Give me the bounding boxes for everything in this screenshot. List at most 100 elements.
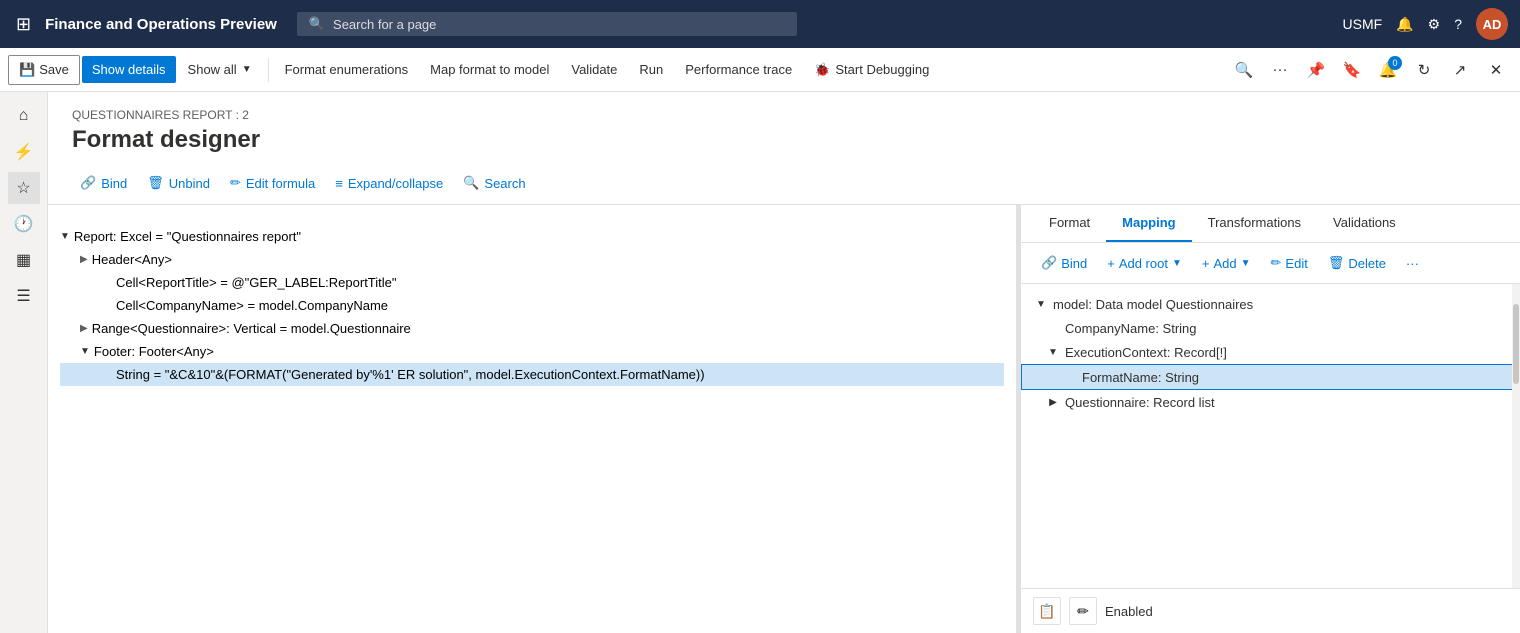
right-bind-label: Bind: [1061, 256, 1087, 271]
close-button[interactable]: ✕: [1480, 54, 1512, 86]
link-icon: 🔗: [80, 175, 96, 191]
scroll-track[interactable]: [1512, 284, 1520, 588]
model-tree-scroll[interactable]: ▼ model: Data model Questionnaires Compa…: [1021, 284, 1520, 588]
expand-icon: ▶: [80, 254, 88, 265]
pencil-icon: ✏: [230, 175, 241, 191]
plus-icon: +: [1107, 256, 1115, 271]
edit-button[interactable]: ✏ Edit: [1263, 251, 1316, 275]
show-all-label: Show all: [188, 62, 237, 77]
sidebar-filter-icon[interactable]: ⚡: [8, 136, 40, 168]
sidebar-clock-icon[interactable]: 🕐: [8, 208, 40, 240]
global-search[interactable]: 🔍 Search for a page: [297, 12, 797, 36]
sidebar-grid-icon[interactable]: ▦: [8, 244, 40, 276]
two-panel: ▼ Report: Excel = "Questionnaires report…: [48, 205, 1520, 633]
breadcrumb: QUESTIONNAIRES REPORT : 2: [72, 108, 1496, 122]
tree-item-label: FormatName: String: [1082, 370, 1199, 385]
format-enumerations-button[interactable]: Format enumerations: [275, 56, 419, 83]
left-sidebar: ⌂ ⚡ ☆ 🕐 ▦ ☰: [0, 92, 48, 633]
open-new-button[interactable]: ↗: [1444, 54, 1476, 86]
avatar[interactable]: AD: [1476, 8, 1508, 40]
search-action-button[interactable]: 🔍 Search: [455, 170, 533, 196]
help-icon[interactable]: ?: [1454, 16, 1462, 32]
tab-transformations[interactable]: Transformations: [1192, 205, 1317, 242]
search-toolbar-button[interactable]: 🔍: [1228, 54, 1260, 86]
performance-trace-label: Performance trace: [685, 62, 792, 77]
search-action-label: Search: [484, 176, 525, 191]
settings-icon[interactable]: ⚙: [1428, 16, 1441, 33]
right-panel: Format Mapping Transformations Validatio…: [1020, 205, 1520, 633]
tree-item[interactable]: ▼ model: Data model Questionnaires: [1021, 292, 1520, 316]
pin-button[interactable]: 📌: [1300, 54, 1332, 86]
validate-label: Validate: [571, 62, 617, 77]
edit-formula-button[interactable]: ✏ Edit formula: [222, 170, 323, 196]
list-item[interactable]: Cell<CompanyName> = model.CompanyName: [60, 294, 1004, 317]
save-button[interactable]: 💾 Save: [8, 55, 80, 85]
content-area: QUESTIONNAIRES REPORT : 2 Format designe…: [48, 92, 1520, 633]
spacer: [1062, 369, 1078, 385]
sidebar-list-icon[interactable]: ☰: [8, 280, 40, 312]
format-item-label: String = "&C&10"&(FORMAT("Generated by'%…: [116, 367, 705, 382]
more-options-button[interactable]: ···: [1264, 54, 1296, 86]
main-layout: ⌂ ⚡ ☆ 🕐 ▦ ☰ QUESTIONNAIRES REPORT : 2 Fo…: [0, 92, 1520, 633]
start-debugging-button[interactable]: 🐞 Start Debugging: [804, 56, 939, 84]
format-item-label: Cell<CompanyName> = model.CompanyName: [116, 298, 388, 313]
tab-mapping[interactable]: Mapping: [1106, 205, 1191, 242]
format-item-label: Cell<ReportTitle> = @"GER_LABEL:ReportTi…: [116, 275, 397, 290]
notification-icon[interactable]: 🔔: [1396, 16, 1413, 33]
scroll-thumb[interactable]: [1513, 304, 1519, 384]
run-button[interactable]: Run: [629, 56, 673, 83]
list-item[interactable]: Cell<ReportTitle> = @"GER_LABEL:ReportTi…: [60, 271, 1004, 294]
expand-collapse-label: Expand/collapse: [348, 176, 443, 191]
list-item[interactable]: ▼ Report: Excel = "Questionnaires report…: [60, 225, 1004, 248]
start-debugging-label: Start Debugging: [835, 62, 929, 77]
validate-button[interactable]: Validate: [561, 56, 627, 83]
list-item[interactable]: ▼ Footer: Footer<Any>: [60, 340, 1004, 363]
map-format-to-model-button[interactable]: Map format to model: [420, 56, 559, 83]
add-button[interactable]: + Add ▼: [1194, 252, 1259, 275]
company-label: USMF: [1343, 16, 1383, 32]
show-all-button[interactable]: Show all ▼: [178, 56, 262, 83]
tree-item[interactable]: ▼ ExecutionContext: Record[!]: [1021, 340, 1520, 364]
right-bind-button[interactable]: 🔗 Bind: [1033, 251, 1095, 275]
refresh-button[interactable]: ↻: [1408, 54, 1440, 86]
action-bar: 🔗 Bind 🗑 Unbind ✏ Edit formula ≡ Expand/…: [48, 162, 1520, 205]
more-button[interactable]: ···: [1398, 252, 1427, 275]
add-label: Add: [1213, 256, 1236, 271]
trash-icon: 🗑: [147, 175, 164, 191]
chevron-down-icon: ▼: [1172, 258, 1182, 269]
grid-icon[interactable]: ⊞: [12, 10, 35, 39]
tab-validations[interactable]: Validations: [1317, 205, 1412, 242]
list-item[interactable]: ▶ Header<Any>: [60, 248, 1004, 271]
list-item[interactable]: String = "&C&10"&(FORMAT("Generated by'%…: [60, 363, 1004, 386]
search-action-icon: 🔍: [463, 175, 479, 191]
performance-trace-button[interactable]: Performance trace: [675, 56, 802, 83]
plus-icon: +: [1202, 256, 1210, 271]
notifications-button[interactable]: 🔔 0: [1372, 54, 1404, 86]
edit-status-button[interactable]: ✏: [1069, 597, 1097, 625]
tree-item[interactable]: FormatName: String: [1021, 364, 1520, 390]
bookmark-button[interactable]: 🔖: [1336, 54, 1368, 86]
status-enabled: Enabled: [1105, 604, 1153, 619]
tree-item[interactable]: CompanyName: String: [1021, 316, 1520, 340]
edit-formula-label: Edit formula: [246, 176, 315, 191]
tree-item[interactable]: ▶ Questionnaire: Record list: [1021, 390, 1520, 414]
right-panel-bottom: 📋 ✏ Enabled: [1021, 588, 1520, 633]
page-title: Format designer: [72, 126, 1496, 154]
search-placeholder: Search for a page: [333, 17, 436, 32]
format-tree: ▼ Report: Excel = "Questionnaires report…: [48, 217, 1016, 394]
delete-button[interactable]: 🗑 Delete: [1320, 251, 1394, 275]
sidebar-star-icon[interactable]: ☆: [8, 172, 40, 204]
list-item[interactable]: ▶ Range<Questionnaire>: Vertical = model…: [60, 317, 1004, 340]
add-root-button[interactable]: + Add root ▼: [1099, 252, 1190, 275]
show-details-button[interactable]: Show details: [82, 56, 176, 83]
bind-button[interactable]: 🔗 Bind: [72, 170, 135, 196]
expand-icon: ▶: [80, 323, 88, 334]
chevron-down-icon: ▼: [242, 64, 252, 75]
tab-format[interactable]: Format: [1033, 205, 1106, 242]
unbind-button[interactable]: 🗑 Unbind: [139, 170, 218, 196]
expand-collapse-button[interactable]: ≡ Expand/collapse: [327, 171, 451, 196]
copy-icon-button[interactable]: 📋: [1033, 597, 1061, 625]
top-nav-right: USMF 🔔 ⚙ ? AD: [1343, 8, 1508, 40]
sidebar-home-icon[interactable]: ⌂: [8, 100, 40, 132]
right-panel-toolbar: 🔗 Bind + Add root ▼ + Add ▼ ✏: [1021, 243, 1520, 284]
